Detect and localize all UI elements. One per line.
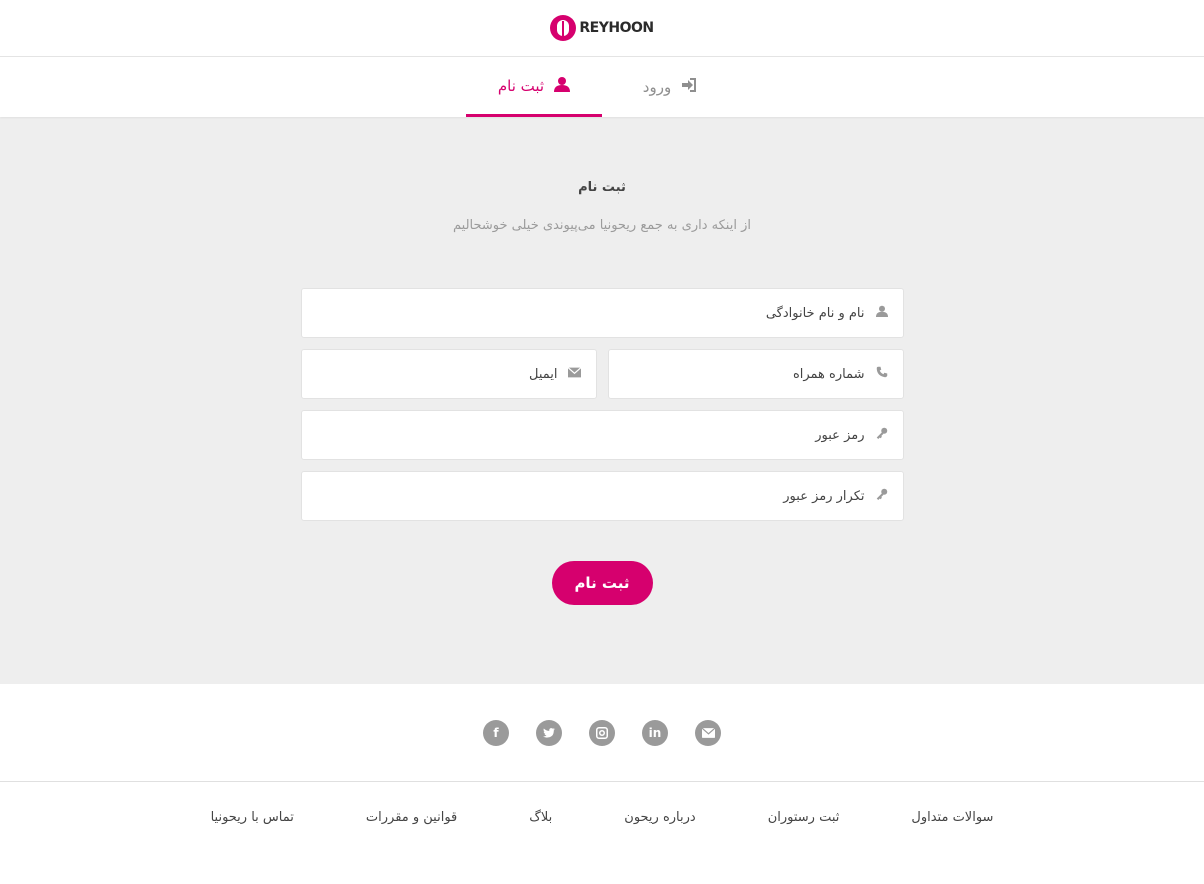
user-icon <box>875 305 889 321</box>
footer-link-blog[interactable]: بلاگ <box>529 810 552 825</box>
logo-text: REYHOON <box>579 20 654 36</box>
password-field[interactable]: رمز عبور <box>300 410 904 460</box>
footer-links: سوالات متداول ثبت رستوران درباره ریحون ب… <box>0 782 1204 825</box>
email-field[interactable]: ایمیل <box>300 349 597 399</box>
register-section: ثبت نام از اینکه داری به جمع ریحونیا می‌… <box>0 117 1204 684</box>
tab-login[interactable]: ورود <box>602 57 738 117</box>
page-subtitle: از اینکه داری به جمع ریحونیا می‌پیوندی خ… <box>453 218 751 233</box>
footer-link-contact[interactable]: تماس با ریحونیا <box>211 810 294 825</box>
tab-register-label: ثبت نام <box>497 76 545 95</box>
fullname-placeholder: نام و نام خانوادگی <box>765 305 865 321</box>
tab-register[interactable]: ثبت نام <box>466 57 602 117</box>
twitter-icon[interactable] <box>536 719 562 746</box>
tab-login-label: ورود <box>642 78 672 96</box>
footer-link-about[interactable]: درباره ریحون <box>624 810 695 825</box>
password-placeholder: رمز عبور <box>815 427 865 443</box>
login-icon <box>681 77 697 97</box>
phone-placeholder: شماره همراه <box>792 366 865 382</box>
user-icon <box>554 76 571 96</box>
register-form: نام و نام خانوادگی شماره همراه ایمیل رمز… <box>300 288 904 521</box>
auth-tabs: ثبت نام ورود <box>0 57 1204 117</box>
footer-link-register-restaurant[interactable]: ثبت رستوران <box>768 810 840 825</box>
facebook-icon[interactable]: f <box>483 719 509 746</box>
footer-link-terms[interactable]: قوانین و مقررات <box>366 810 457 825</box>
logo-icon <box>550 15 577 41</box>
social-links: f in <box>0 684 1204 782</box>
footer-link-faq[interactable]: سوالات متداول <box>911 810 993 825</box>
email-placeholder: ایمیل <box>528 366 558 382</box>
password-repeat-field[interactable]: تکرار رمز عبور <box>300 471 904 521</box>
email-icon[interactable] <box>695 719 721 746</box>
top-header: REYHOON <box>0 0 1204 57</box>
key-icon <box>875 488 889 504</box>
linkedin-icon[interactable]: in <box>642 719 668 746</box>
phone-icon <box>875 366 889 382</box>
key-icon <box>875 427 889 443</box>
page-title: ثبت نام <box>578 180 626 195</box>
phone-field[interactable]: شماره همراه <box>607 349 904 399</box>
fullname-field[interactable]: نام و نام خانوادگی <box>300 288 904 338</box>
envelope-icon <box>567 366 582 382</box>
logo[interactable]: REYHOON <box>550 15 654 41</box>
submit-wrap: ثبت نام <box>0 561 1204 605</box>
instagram-icon[interactable] <box>589 719 615 746</box>
register-submit-button[interactable]: ثبت نام <box>551 561 653 605</box>
password-repeat-placeholder: تکرار رمز عبور <box>783 488 865 504</box>
contact-row: شماره همراه ایمیل <box>300 349 904 410</box>
